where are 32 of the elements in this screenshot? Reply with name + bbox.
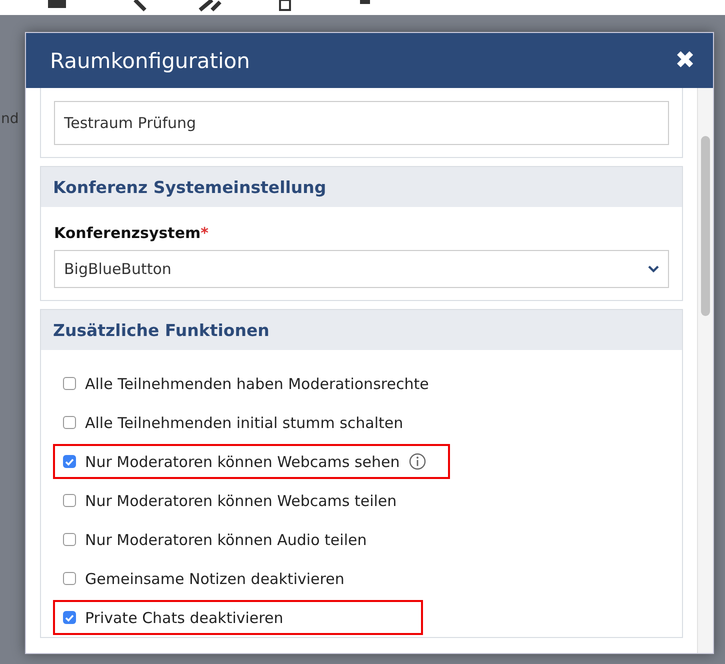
- option-label: Private Chats deaktivieren: [85, 608, 284, 626]
- conference-system-select[interactable]: BigBlueButton: [54, 250, 669, 288]
- highlighted-option[interactable]: Private Chats deaktivieren: [53, 600, 423, 635]
- section-title: Konferenz Systemeinstellung: [53, 178, 326, 196]
- option-row[interactable]: Nur Moderatoren können Webcams teilen: [53, 483, 407, 518]
- option-label: Nur Moderatoren können Audio teilen: [85, 530, 367, 548]
- checkbox[interactable]: [63, 416, 76, 429]
- checkbox[interactable]: [63, 377, 76, 390]
- option-row[interactable]: Alle Teilnehmenden initial stumm schalten: [53, 405, 414, 440]
- checkbox[interactable]: [63, 611, 76, 624]
- scrollbar[interactable]: [697, 88, 713, 653]
- chevron-down-icon: [648, 265, 659, 273]
- option-label: Nur Moderatoren können Webcams teilen: [85, 492, 397, 510]
- checkbox[interactable]: [63, 494, 76, 507]
- checkbox[interactable]: [63, 533, 76, 546]
- room-name-field[interactable]: Testraum Prüfung: [54, 101, 669, 145]
- background-text: nd: [1, 111, 19, 127]
- option-row[interactable]: Gemeinsame Notizen deaktivieren: [53, 561, 354, 596]
- checkbox[interactable]: [63, 455, 76, 468]
- option-label: Alle Teilnehmenden haben Moderationsrechte: [85, 374, 429, 392]
- info-icon[interactable]: [408, 453, 426, 470]
- section-title: Zusätzliche Funktionen: [53, 320, 270, 340]
- option-row[interactable]: Alle Teilnehmenden haben Moderationsrechte: [53, 366, 439, 401]
- field-label: Konferenzsystem*: [54, 224, 208, 242]
- option-label: Alle Teilnehmenden initial stumm schalten: [85, 414, 404, 432]
- dialog-title: Raumkonfiguration: [50, 48, 250, 72]
- option-row[interactable]: Nur Moderatoren können Audio teilen: [53, 522, 377, 557]
- option-label: Gemeinsame Notizen deaktivieren: [85, 570, 344, 588]
- close-button[interactable]: ✖: [671, 46, 699, 75]
- highlighted-option[interactable]: Nur Moderatoren können Webcams sehen: [53, 444, 450, 479]
- checkbox[interactable]: [63, 572, 76, 585]
- option-label: Nur Moderatoren können Webcams sehen: [85, 452, 400, 470]
